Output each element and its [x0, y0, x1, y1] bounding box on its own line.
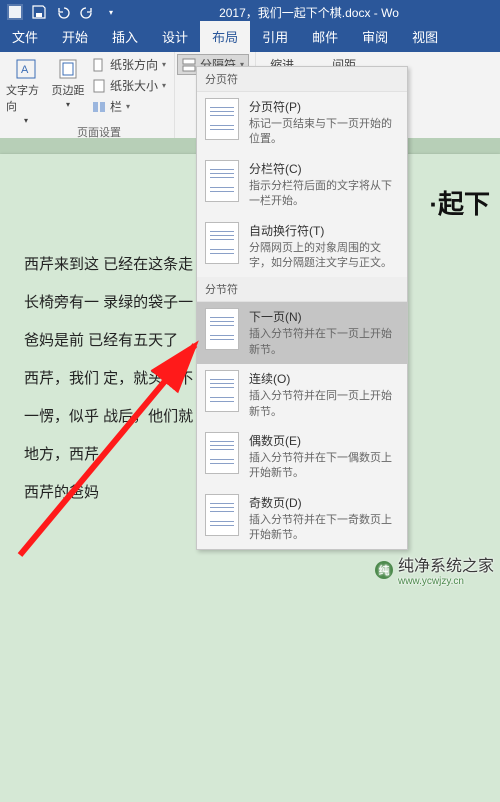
tab-home[interactable]: 开始 [50, 21, 100, 52]
tab-references[interactable]: 引用 [250, 21, 300, 52]
watermark: 纯 纯净系统之家 www.ycwjzy.cn [374, 552, 494, 587]
columns-button[interactable]: 栏▾ [90, 96, 168, 117]
orientation-button[interactable]: 纸张方向▾ [90, 54, 168, 75]
menu-item-odd-page[interactable]: 奇数页(D)插入分节符并在下一奇数页上开始新节。 [197, 488, 407, 550]
watermark-icon: 纯 [374, 560, 394, 580]
breaks-dropdown: 分页符 分页符(P)标记一页结束与下一页开始的位置。 分栏符(C)指示分栏符后面… [196, 66, 408, 550]
redo-icon[interactable] [76, 1, 98, 23]
column-break-icon [205, 160, 239, 202]
tab-design[interactable]: 设计 [150, 21, 200, 52]
next-page-icon [205, 308, 239, 350]
text-direction-label: 文字方向 [6, 82, 46, 114]
odd-page-icon [205, 494, 239, 536]
dropdown-section-page-breaks: 分页符 [197, 67, 407, 92]
even-page-icon [205, 432, 239, 474]
menu-item-text-wrapping-break[interactable]: 自动换行符(T)分隔网页上的对象周围的文字，如分隔题注文字与正文。 [197, 216, 407, 278]
qat-customize-icon[interactable]: ▾ [100, 1, 122, 23]
tab-view[interactable]: 视图 [400, 21, 450, 52]
word-app-icon [4, 1, 26, 23]
tab-layout[interactable]: 布局 [200, 21, 250, 52]
window-title: 2017，我们一起下个棋.docx - Wo [122, 4, 496, 21]
ribbon-tabs: 文件 开始 插入 设计 布局 引用 邮件 审阅 视图 [0, 24, 500, 52]
text-wrapping-break-icon [205, 222, 239, 264]
size-button[interactable]: 纸张大小▾ [90, 75, 168, 96]
margins-label: 页边距 [52, 82, 85, 98]
tab-review[interactable]: 审阅 [350, 21, 400, 52]
continuous-icon [205, 370, 239, 412]
menu-item-even-page[interactable]: 偶数页(E)插入分节符并在下一偶数页上开始新节。 [197, 426, 407, 488]
menu-item-page-break[interactable]: 分页符(P)标记一页结束与下一页开始的位置。 [197, 92, 407, 154]
menu-item-next-page[interactable]: 下一页(N)插入分节符并在下一页上开始新节。 [197, 302, 407, 364]
tab-insert[interactable]: 插入 [100, 21, 150, 52]
tab-file[interactable]: 文件 [0, 21, 50, 52]
dropdown-section-section-breaks: 分节符 [197, 277, 407, 302]
save-icon[interactable] [28, 1, 50, 23]
svg-text:纯: 纯 [378, 564, 389, 577]
menu-item-column-break[interactable]: 分栏符(C)指示分栏符后面的文字将从下一栏开始。 [197, 154, 407, 216]
menu-item-continuous[interactable]: 连续(O)插入分节符并在同一页上开始新节。 [197, 364, 407, 426]
chevron-down-icon: ▾ [66, 100, 70, 109]
page-break-icon [205, 98, 239, 140]
undo-icon[interactable] [52, 1, 74, 23]
svg-text:A: A [21, 64, 29, 76]
tab-mailings[interactable]: 邮件 [300, 21, 350, 52]
